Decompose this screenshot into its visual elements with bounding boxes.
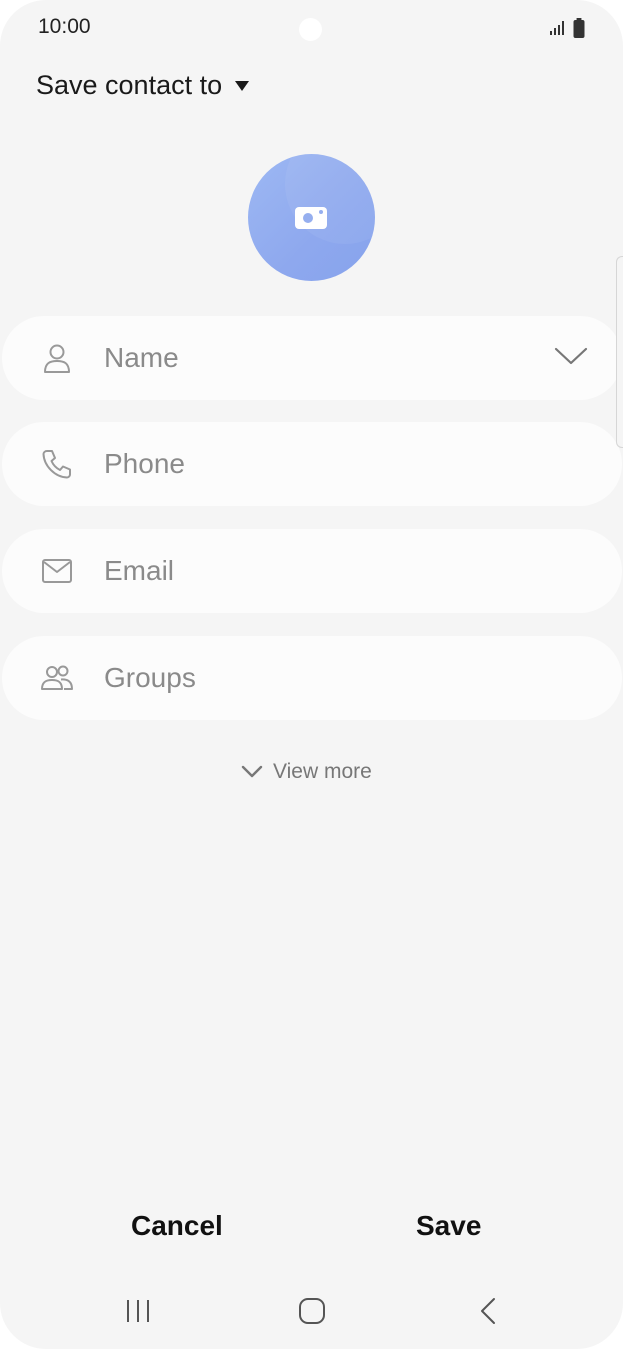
groups-placeholder: Groups xyxy=(104,662,196,693)
recent-apps-icon[interactable] xyxy=(125,1297,153,1325)
chevron-down-icon[interactable] xyxy=(554,346,588,366)
status-icons xyxy=(549,17,585,39)
person-icon xyxy=(44,344,70,373)
save-contact-to-label: Save contact to xyxy=(36,70,223,100)
email-placeholder: Email xyxy=(104,555,175,586)
view-more-button[interactable]: View more xyxy=(241,760,372,784)
back-icon[interactable] xyxy=(476,1297,500,1325)
battery-icon xyxy=(573,18,585,38)
save-button[interactable]: Save xyxy=(416,1210,481,1242)
email-icon xyxy=(42,559,72,583)
phone-icon xyxy=(42,450,71,479)
chevron-down-icon xyxy=(241,765,263,778)
name-placeholder: Name xyxy=(104,342,179,373)
email-field[interactable]: Email xyxy=(2,529,622,613)
view-more-label: View more xyxy=(273,760,372,783)
contact-photo-button[interactable] xyxy=(248,154,375,281)
cancel-button[interactable]: Cancel xyxy=(131,1210,223,1242)
phone-screen: 10:00 Save contact to Name Phone Email G… xyxy=(0,0,623,1349)
name-field[interactable]: Name xyxy=(2,316,622,400)
phone-field[interactable]: Phone xyxy=(2,422,622,506)
groups-icon xyxy=(41,665,73,690)
home-icon[interactable] xyxy=(298,1297,326,1325)
scroll-indicator[interactable] xyxy=(616,256,623,448)
signal-icon xyxy=(550,21,564,35)
groups-field[interactable]: Groups xyxy=(2,636,622,720)
camera-icon xyxy=(295,207,327,229)
front-camera-cutout xyxy=(299,18,322,41)
save-contact-to-selector[interactable]: Save contact to xyxy=(36,70,250,101)
status-time: 10:00 xyxy=(38,15,91,38)
phone-placeholder: Phone xyxy=(104,448,185,479)
caret-down-icon xyxy=(235,80,250,91)
